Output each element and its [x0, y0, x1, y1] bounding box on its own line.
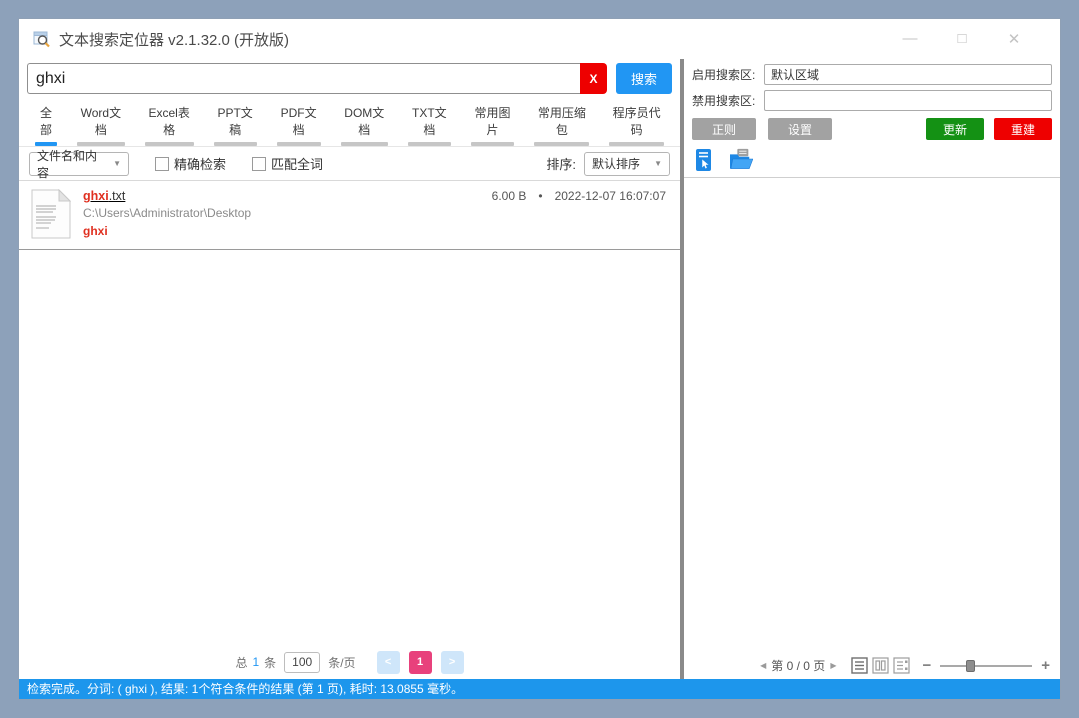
- preview-panel: 启用搜索区: 禁用搜索区: 正则 设置 更新 重建: [684, 59, 1060, 679]
- window-title: 文本搜索定位器 v2.1.32.0 (开放版): [59, 31, 290, 49]
- result-text: ghxi.txt 6.00 B • 2022-12-07 16:07:07 C:…: [83, 189, 670, 239]
- disabled-zone-row: 禁用搜索区:: [684, 90, 1060, 111]
- thumbnail-view-icon[interactable]: [893, 657, 911, 674]
- tab-underline: [144, 142, 194, 146]
- tab-excel[interactable]: Excel表格: [137, 101, 202, 146]
- tab-code[interactable]: 程序员代码: [601, 101, 672, 146]
- disabled-zone-input[interactable]: [764, 90, 1052, 111]
- zoom-in-icon[interactable]: +: [1041, 657, 1050, 674]
- filter-row: 文件名和内容 ▼ 精确检索 匹配全词 排序: 默认排序 ▼: [19, 147, 680, 181]
- locate-file-icon[interactable]: [692, 148, 716, 172]
- enabled-zone-label: 启用搜索区:: [692, 68, 756, 82]
- zoom-out-icon[interactable]: −: [922, 657, 931, 674]
- two-page-view-icon[interactable]: [872, 657, 890, 674]
- next-page-button[interactable]: >: [440, 650, 464, 674]
- preview-page-indicator: 第 0 / 0 页: [771, 659, 826, 673]
- page-size-input[interactable]: [284, 651, 321, 673]
- search-row: X 搜索: [19, 59, 680, 94]
- prev-page-button[interactable]: <: [376, 650, 400, 674]
- enabled-zone-row: 启用搜索区:: [684, 64, 1060, 85]
- tab-pdf[interactable]: PDF文档: [269, 101, 329, 146]
- sort-dropdown[interactable]: 默认排序 ▼: [584, 151, 670, 176]
- app-logo-icon: [33, 30, 51, 48]
- tab-images[interactable]: 常用图片: [463, 101, 523, 146]
- clear-search-button[interactable]: X: [580, 63, 607, 94]
- search-button[interactable]: 搜索: [616, 63, 672, 94]
- maximize-button[interactable]: □: [954, 30, 970, 48]
- minimize-button[interactable]: —: [902, 30, 918, 48]
- tab-underline: [76, 142, 125, 146]
- preview-prev-page-icon[interactable]: ◀: [759, 661, 767, 670]
- close-button[interactable]: ✕: [1006, 30, 1022, 48]
- chevron-down-icon: ▼: [654, 159, 662, 168]
- checkbox-icon: [252, 156, 267, 171]
- search-input[interactable]: [27, 63, 580, 94]
- meta-separator: •: [538, 189, 543, 203]
- whole-word-checkbox[interactable]: 匹配全词: [252, 154, 323, 173]
- preview-controls: ◀ 第 0 / 0 页 ▶ − +: [684, 652, 1060, 679]
- result-date: 2022-12-07 16:07:07: [554, 189, 666, 203]
- tab-all[interactable]: 全部: [27, 101, 65, 146]
- total-suffix: 条: [264, 655, 277, 670]
- status-bar: 检索完成。分词: ( ghxi ), 结果: 1个符合条件的结果 (第 1 页)…: [19, 679, 1060, 699]
- main-area: X 搜索 全部 Word文档 Excel表格 PPT文稿 PDF文档 DOM文档…: [19, 59, 1060, 679]
- tab-archives[interactable]: 常用压缩包: [526, 101, 597, 146]
- tab-underline: [340, 142, 389, 146]
- result-row[interactable]: ghxi.txt 6.00 B • 2022-12-07 16:07:07 C:…: [19, 181, 680, 250]
- zoom-slider-handle[interactable]: [966, 659, 976, 672]
- result-path: C:\Users\Administrator\Desktop: [83, 206, 252, 220]
- title-bar: 文本搜索定位器 v2.1.32.0 (开放版) — □ ✕: [19, 19, 1060, 59]
- tab-underline: [534, 142, 590, 146]
- sort-label: 排序:: [546, 157, 576, 172]
- tab-word[interactable]: Word文档: [69, 101, 133, 146]
- enabled-zone-input[interactable]: [764, 64, 1052, 85]
- pagination-bar: 总 1 条 条/页 < 1 >: [19, 645, 680, 679]
- update-index-button[interactable]: 更新: [926, 118, 984, 140]
- index-buttons-row: 正则 设置 更新 重建: [684, 118, 1060, 140]
- disabled-zone-label: 禁用搜索区:: [692, 94, 756, 108]
- view-mode-icons: [851, 657, 911, 674]
- result-meta: 6.00 B • 2022-12-07 16:07:07: [492, 189, 666, 203]
- tab-underline: [276, 142, 321, 146]
- per-page-label: 条/页: [328, 655, 356, 670]
- document-preview-area: [684, 178, 1060, 652]
- window-controls: — □ ✕: [902, 30, 1022, 48]
- app-window: 文本搜索定位器 v2.1.32.0 (开放版) — □ ✕ X 搜索 全部 Wo…: [18, 18, 1061, 700]
- zoom-slider[interactable]: [940, 659, 1033, 672]
- current-page-button[interactable]: 1: [408, 650, 432, 674]
- tab-underline: [213, 142, 257, 146]
- tab-underline: [470, 142, 515, 146]
- regex-button[interactable]: 正则: [692, 118, 756, 140]
- settings-button[interactable]: 设置: [768, 118, 832, 140]
- preview-toolbar: [684, 146, 1060, 178]
- text-file-icon: [31, 188, 72, 239]
- tab-underline: [35, 142, 57, 146]
- search-scope-dropdown[interactable]: 文件名和内容 ▼: [29, 149, 129, 180]
- total-count: 1: [252, 655, 260, 669]
- exact-search-checkbox[interactable]: 精确检索: [155, 154, 226, 173]
- tab-ppt[interactable]: PPT文稿: [206, 101, 265, 146]
- tab-dom[interactable]: DOM文档: [333, 101, 396, 146]
- chevron-down-icon: ▼: [113, 159, 121, 168]
- result-filename-link[interactable]: ghxi.txt: [83, 189, 125, 203]
- total-prefix: 总: [235, 655, 248, 670]
- rebuild-index-button[interactable]: 重建: [994, 118, 1052, 140]
- result-match-snippet: ghxi: [83, 224, 108, 238]
- single-page-view-icon[interactable]: [851, 657, 869, 674]
- checkbox-icon: [155, 156, 169, 171]
- results-list: ghxi.txt 6.00 B • 2022-12-07 16:07:07 C:…: [19, 181, 680, 645]
- tab-underline: [609, 142, 665, 146]
- sort-controls: 排序: 默认排序 ▼: [546, 151, 670, 176]
- file-type-tabs: 全部 Word文档 Excel表格 PPT文稿 PDF文档 DOM文档 TXT文…: [19, 101, 680, 147]
- result-size: 6.00 B: [491, 189, 527, 203]
- search-box: X: [27, 63, 607, 94]
- preview-next-page-icon[interactable]: ▶: [829, 661, 837, 670]
- tab-txt[interactable]: TXT文档: [400, 101, 459, 146]
- tab-underline: [408, 142, 451, 146]
- open-folder-icon[interactable]: [729, 148, 754, 172]
- search-panel: X 搜索 全部 Word文档 Excel表格 PPT文稿 PDF文档 DOM文档…: [19, 59, 680, 679]
